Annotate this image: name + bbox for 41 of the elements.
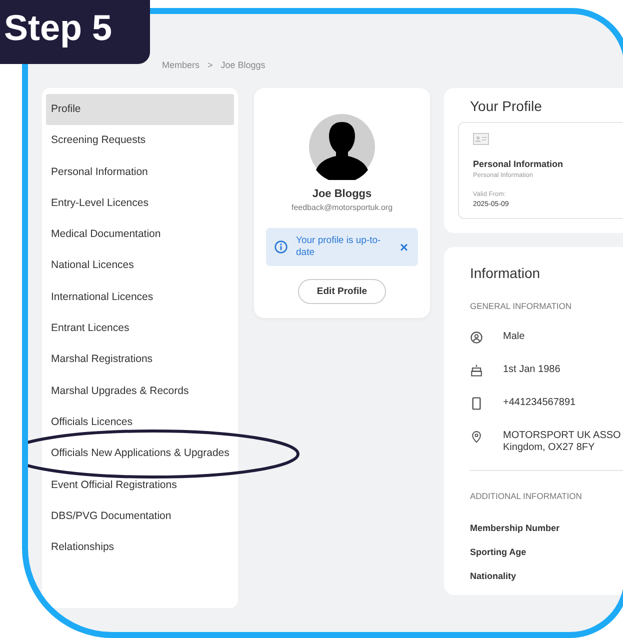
sidebar-item[interactable]: Relationships [46,532,234,564]
sidebar-item[interactable]: Marshal Registrations [46,344,234,376]
info-value: 1st Jan 1986 [503,364,560,376]
profile-name: Joe Bloggs [312,188,372,200]
cake-icon [470,364,483,377]
sidebar-item[interactable]: Personal Information [46,156,234,188]
edit-profile-button[interactable]: Edit Profile [298,279,386,304]
sidebar-item[interactable]: Medical Documentation [46,219,234,250]
id-card-icon [473,133,489,145]
field-label: Nationality [470,571,518,581]
sidebar-item[interactable]: Officials Licences [46,406,234,438]
section-heading: GENERAL INFORMATION [470,301,573,311]
sidebar-item[interactable]: International Licences [46,282,234,314]
breadcrumb-item: Joe Bloggs [220,60,266,72]
sidebar-item[interactable]: Profile [46,94,234,126]
card-title: Information [470,265,542,281]
info-icon [274,240,288,254]
breadcrumb-item: > [208,60,213,72]
person-icon [470,331,483,344]
card-heading: Personal Information [473,159,564,169]
sidebar-item[interactable]: DBS/PVG Documentation [46,500,234,532]
location-pin-icon [470,430,483,443]
info-value: Male [503,331,525,343]
info-value: +441234567891 [503,397,576,409]
card-title: Your Profile [470,98,543,114]
field-label: Membership Number [470,523,561,533]
phone-icon [470,397,483,410]
sidebar-item[interactable]: Entry-Level Licences [46,188,234,220]
step-badge: Step 5 [0,0,150,64]
sidebar-item[interactable]: National Licences [46,250,234,282]
section-heading: ADDITIONAL INFORMATION [470,491,583,501]
field-label: Sporting Age [470,547,528,557]
alert-message: Your profile is up-to-date [296,235,382,259]
profile-email: feedback@motorsportuk.org [291,203,393,212]
sidebar-item[interactable]: Event Official Registrations [46,470,234,501]
sidebar-item[interactable]: Entrant Licences [46,313,234,344]
sidebar-item[interactable]: Marshal Upgrades & Records [46,376,234,407]
avatar-silhouette [309,114,375,180]
close-button[interactable]: × [398,239,410,255]
sidebar-item[interactable]: Screening Requests [46,125,234,157]
info-value: MOTORSPORT UK ASSO Kingdom, OX27 8FY [503,430,621,454]
